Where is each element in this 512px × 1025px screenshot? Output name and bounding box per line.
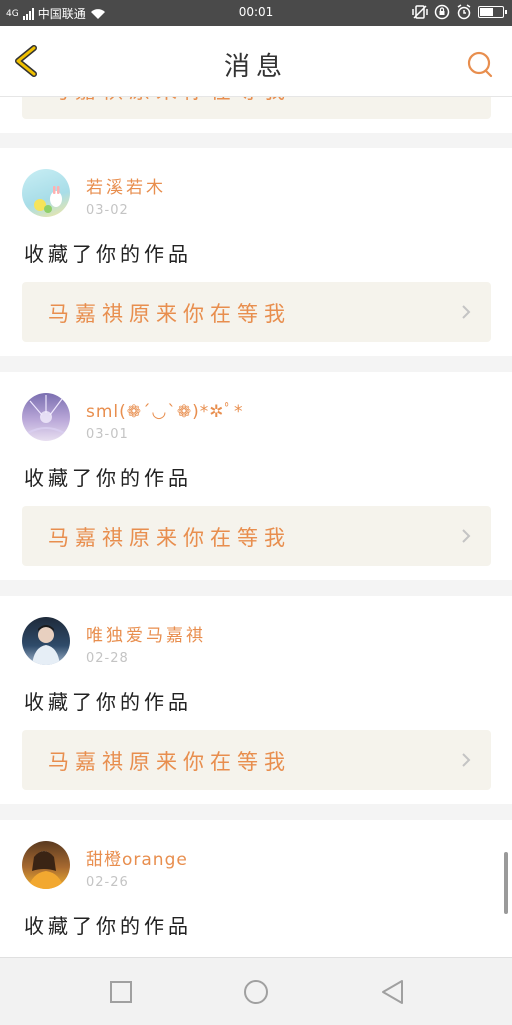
chevron-right-icon — [462, 753, 471, 767]
list-item: 若溪若木 03-02 收藏了你的作品 马嘉祺原来你在等我 — [0, 148, 512, 356]
chevron-right-icon — [462, 529, 471, 543]
action-text: 收藏了你的作品 — [24, 466, 192, 490]
list-item: 甜橙orange 02-26 收藏了你的作品 — [0, 820, 512, 957]
chevron-right-icon — [462, 305, 471, 319]
scrollbar[interactable] — [504, 852, 508, 914]
avatar[interactable] — [22, 841, 70, 889]
rotation-lock-icon — [434, 4, 450, 20]
username[interactable]: 若溪若木 — [86, 173, 166, 198]
work-link[interactable]: 马嘉祺原来你在等我 — [22, 282, 491, 342]
list-item: 唯独爱马嘉祺 02-28 收藏了你的作品 马嘉祺原来你在等我 — [0, 596, 512, 804]
username[interactable]: 甜橙orange — [86, 845, 188, 870]
list-item: sml(❁´◡`❁)*✲ﾟ* 03-01 收藏了你的作品 马嘉祺原来你在等我 — [0, 372, 512, 580]
vibrate-icon — [412, 5, 428, 19]
page-title: 消息 — [223, 52, 288, 82]
status-bar: 4G 中国联通 00:01 — [0, 0, 512, 26]
avatar[interactable] — [22, 393, 70, 441]
work-title: 马嘉祺原来你在等我 — [48, 526, 291, 550]
system-nav-bar — [0, 957, 512, 1025]
avatar[interactable] — [22, 617, 70, 665]
avatar-image — [32, 625, 60, 665]
recent-apps-icon[interactable] — [107, 978, 135, 1006]
work-title: 马嘉祺原来你在等我 — [48, 302, 291, 326]
work-link[interactable]: 马嘉祺原来你在等我 — [22, 506, 491, 566]
battery-icon — [478, 6, 507, 18]
avatar[interactable] — [22, 169, 70, 217]
avatar-image — [27, 395, 65, 434]
timestamp: 03-02 — [86, 203, 129, 218]
back-icon[interactable] — [378, 978, 406, 1006]
avatar-image — [28, 851, 64, 889]
action-text: 收藏了你的作品 — [24, 690, 192, 714]
alarm-icon — [457, 4, 471, 20]
work-link[interactable]: 马嘉祺原来你在等我 — [22, 97, 491, 119]
timestamp: 02-28 — [86, 651, 129, 666]
work-title: 马嘉祺原来你在等我 — [48, 97, 291, 105]
avatar-image — [34, 186, 62, 213]
username[interactable]: sml(❁´◡`❁)*✲ﾟ* — [86, 397, 243, 422]
timestamp: 03-01 — [86, 427, 129, 442]
username[interactable]: 唯独爱马嘉祺 — [86, 621, 206, 646]
work-link[interactable]: 马嘉祺原来你在等我 — [22, 730, 491, 790]
top-app-bar: 消息 — [0, 26, 512, 97]
timestamp: 02-26 — [86, 875, 129, 890]
action-text: 收藏了你的作品 — [24, 242, 192, 266]
list-item: 马嘉祺原来你在等我 — [0, 97, 512, 133]
search-icon[interactable] — [466, 50, 494, 78]
action-text: 收藏了你的作品 — [24, 914, 192, 938]
work-title: 马嘉祺原来你在等我 — [48, 750, 291, 774]
home-icon[interactable] — [242, 978, 270, 1006]
message-list[interactable]: 马嘉祺原来你在等我 若溪若木 03-02 收藏了你的作品 马嘉祺原来你在等我 — [0, 97, 512, 957]
